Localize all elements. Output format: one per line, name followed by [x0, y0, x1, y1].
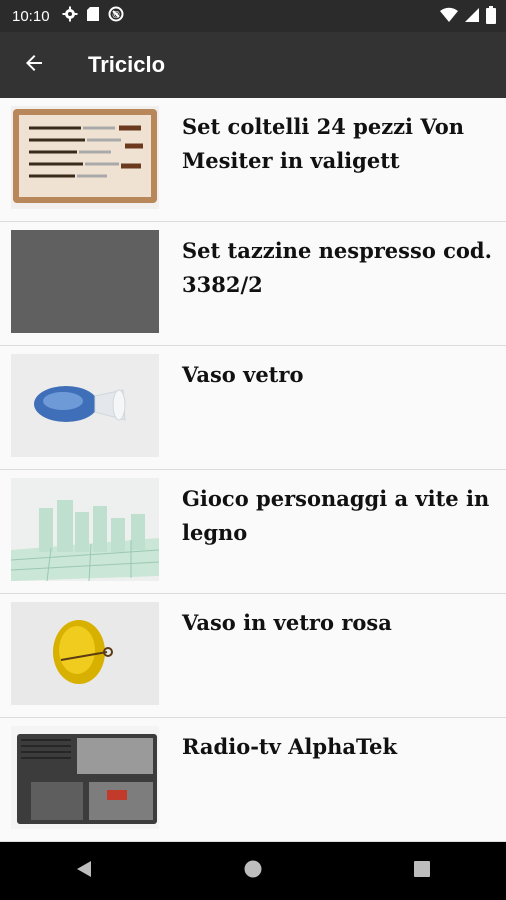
list-item[interactable]: Set tazzine nespresso cod. 3382/2 [0, 222, 506, 346]
app-bar: Triciclo [0, 32, 506, 98]
item-title: Vaso in vetro rosa [182, 610, 392, 635]
nav-recents-button[interactable] [392, 842, 452, 900]
item-title: Gioco personaggi a vite in legno [182, 486, 490, 545]
nav-back-button[interactable] [54, 842, 114, 900]
sd-card-icon [86, 6, 100, 27]
home-circle-icon [243, 859, 263, 884]
battery-icon [486, 6, 496, 29]
item-title: Set coltelli 24 pezzi Von Mesiter in val… [182, 114, 464, 173]
do-not-disturb-icon: @ [108, 6, 124, 27]
item-thumbnail-glass-chess [11, 478, 159, 581]
status-icons-left: @ [62, 6, 124, 27]
settings-icon [62, 6, 78, 27]
recents-square-icon [412, 859, 432, 884]
list-item[interactable]: Vaso in vetro rosa [0, 594, 506, 718]
item-title: Vaso vetro [182, 362, 304, 387]
nav-home-button[interactable] [223, 842, 283, 900]
list-item[interactable]: Vaso vetro [0, 346, 506, 470]
page-title: Triciclo [88, 52, 166, 77]
list-item[interactable]: Gioco personaggi a vite in legno [0, 470, 506, 594]
back-button[interactable] [6, 32, 62, 98]
item-thumbnail-placeholder [11, 230, 159, 333]
item-thumbnail-radio-tv [11, 726, 159, 829]
item-list[interactable]: Set coltelli 24 pezzi Von Mesiter in val… [0, 98, 506, 842]
signal-icon [464, 7, 480, 28]
item-title: Radio-tv AlphaTek [182, 734, 398, 759]
wifi-icon [440, 7, 458, 28]
item-thumbnail-yellow-plate [11, 602, 159, 705]
status-bar: 10:10 @ [0, 0, 506, 32]
status-icons-right [440, 6, 496, 29]
status-time: 10:10 [12, 7, 50, 25]
list-item[interactable]: Radio-tv AlphaTek [0, 718, 506, 842]
list-item[interactable]: Set coltelli 24 pezzi Von Mesiter in val… [0, 98, 506, 222]
system-nav-bar [0, 842, 506, 900]
svg-text:@: @ [111, 10, 119, 19]
item-thumbnail-glass-vase [11, 354, 159, 457]
item-title: Set tazzine nespresso cod. 3382/2 [182, 238, 492, 297]
item-thumbnail-knife-set [11, 106, 159, 209]
back-triangle-icon [74, 859, 94, 884]
arrow-back-icon [22, 51, 46, 80]
